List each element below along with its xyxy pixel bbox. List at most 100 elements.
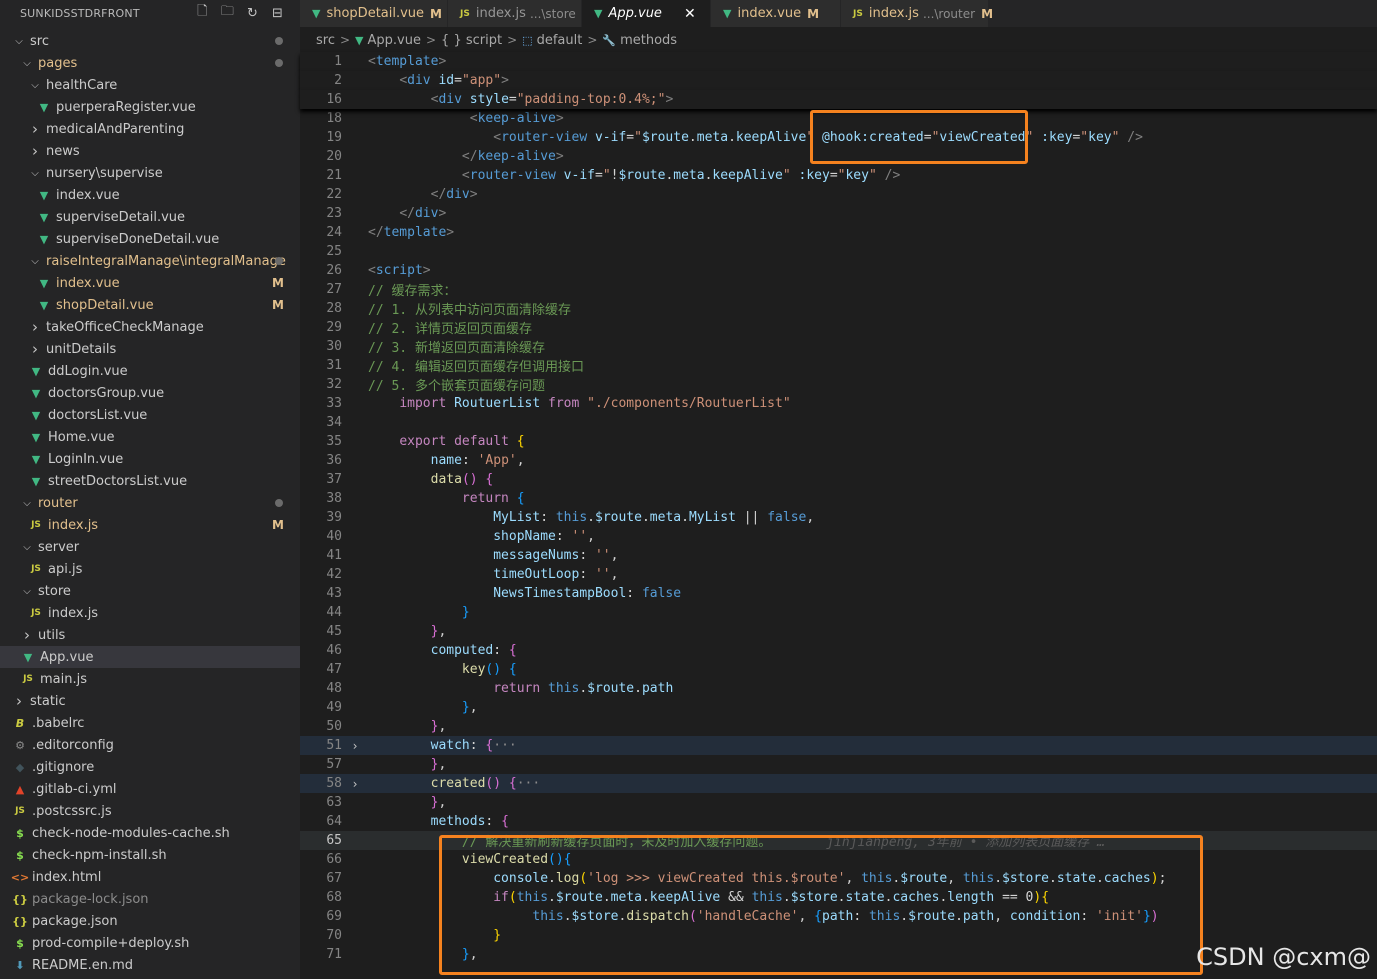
tree-file[interactable]: B .babelrc [0,712,300,734]
code-line[interactable]: 43 NewsTimestampBool: false [300,584,1377,603]
code-line[interactable]: 16 <div style="padding-top:0.4%;"> [300,90,1377,109]
code-line[interactable]: 32 // 5. 多个嵌套页面缓存问题 [300,375,1377,394]
collapse-all-icon[interactable]: ⊟ [269,5,286,22]
code-line[interactable]: 38 return { [300,489,1377,508]
code-line[interactable]: 34 [300,413,1377,432]
breadcrumb-item[interactable]: App.vue [368,33,421,48]
breadcrumb-item[interactable]: default [537,33,583,48]
code-line[interactable]: 58 › created() {··· [300,774,1377,793]
code-line[interactable]: 40 shopName: '', [300,527,1377,546]
tree-folder[interactable]: › utils [0,624,300,646]
new-file-icon[interactable]: 🗋 [194,4,211,22]
chevron-down-icon[interactable]: ⌵ [28,256,42,267]
editor-tab[interactable]: ▼ shopDetail.vue M [300,0,448,27]
chevron-down-icon[interactable]: ⌵ [12,36,26,47]
editor-tab[interactable]: JS index.js ...\router M [841,0,993,27]
code-line[interactable]: 30 // 3. 新增返回页面清除缓存 [300,337,1377,356]
fold-chevron-right-icon[interactable]: › [342,739,368,753]
tree-file[interactable]: ▼ App.vue [0,646,300,668]
editor-tab[interactable]: JS index.js ...\store [448,0,582,27]
close-icon[interactable]: ✕ [684,6,696,22]
tree-file[interactable]: JS .postcssrc.js [0,800,300,822]
code-line[interactable]: 21 <router-view v-if="!$route.meta.keepA… [300,166,1377,185]
tree-file[interactable]: ▼ streetDoctorsList.vue [0,470,300,492]
editor-tab[interactable]: ▼ index.vue M [711,0,841,27]
code-line[interactable]: 24 </template> [300,223,1377,242]
tree-file[interactable]: ▲ .gitlab-ci.yml [0,778,300,800]
tree-file[interactable]: {} package-lock.json [0,888,300,910]
code-line[interactable]: 35 export default { [300,432,1377,451]
code-line[interactable]: 47 key() { [300,660,1377,679]
code-line[interactable]: 41 messageNums: '', [300,546,1377,565]
tree-file[interactable]: ▼ superviseDetail.vue [0,206,300,228]
code-line[interactable]: 50 }, [300,717,1377,736]
tree-file[interactable]: ▼ index.vue [0,184,300,206]
code-line[interactable]: 1 <template> [300,52,1377,71]
code-line[interactable]: 57 }, [300,755,1377,774]
tree-folder[interactable]: ⌵ store [0,580,300,602]
tree-file[interactable]: {} package.json [0,910,300,932]
code-line[interactable]: 44 } [300,603,1377,622]
code-line[interactable]: 36 name: 'App', [300,451,1377,470]
tree-file[interactable]: ▼ superviseDoneDetail.vue [0,228,300,250]
tree-folder[interactable]: ⌵ healthCare [0,74,300,96]
chevron-down-icon[interactable]: ⌵ [28,168,42,179]
breadcrumb-item[interactable]: methods [620,33,677,48]
tree-folder[interactable]: ⌵ router [0,492,300,514]
code-line[interactable]: 49 }, [300,698,1377,717]
tree-file[interactable]: ▼ doctorsList.vue [0,404,300,426]
chevron-right-icon[interactable]: › [28,340,42,358]
tree-file[interactable]: JS index.js [0,602,300,624]
tree-folder[interactable]: › static [0,690,300,712]
tree-file[interactable]: ◆ .gitignore [0,756,300,778]
tree-file[interactable]: ⚙ .editorconfig [0,734,300,756]
tree-folder[interactable]: › unitDetails [0,338,300,360]
chevron-down-icon[interactable]: ⌵ [20,498,34,509]
fold-chevron-right-icon[interactable]: › [342,777,368,791]
code-line[interactable]: 25 [300,242,1377,261]
code-line[interactable]: 63 }, [300,793,1377,812]
tree-folder[interactable]: ⌵ raiseIntegralManage\integralManage [0,250,300,272]
code-line[interactable]: 28 // 1. 从列表中访问页面清除缓存 [300,299,1377,318]
tree-file[interactable]: ⬇ README.en.md [0,954,300,976]
tree-folder[interactable]: › news [0,140,300,162]
breadcrumb-item[interactable]: src [316,33,335,48]
code-line[interactable]: 2 <div id="app"> [300,71,1377,90]
chevron-right-icon[interactable]: › [12,692,26,710]
chevron-right-icon[interactable]: › [28,318,42,336]
new-folder-icon[interactable]: 🗀 [219,4,236,22]
chevron-down-icon[interactable]: ⌵ [28,80,42,91]
code-line[interactable]: 33 import RoutuerList from "./components… [300,394,1377,413]
tree-file[interactable]: $ prod-compile+deploy.sh [0,932,300,954]
code-line[interactable]: 39 MyList: this.$route.meta.MyList || fa… [300,508,1377,527]
tree-file[interactable]: ▼ Home.vue [0,426,300,448]
code-line[interactable]: 42 timeOutLoop: '', [300,565,1377,584]
code-line[interactable]: 29 // 2. 详情页返回页面缓存 [300,318,1377,337]
code-line[interactable]: 46 computed: { [300,641,1377,660]
tree-file[interactable]: $ check-node-modules-cache.sh [0,822,300,844]
code-line[interactable]: 22 </div> [300,185,1377,204]
chevron-down-icon[interactable]: ⌵ [20,58,34,69]
tree-file[interactable]: JS main.js [0,668,300,690]
chevron-right-icon[interactable]: › [28,120,42,138]
code-line[interactable]: 48 return this.$route.path [300,679,1377,698]
code-line[interactable]: 37 data() { [300,470,1377,489]
tree-folder[interactable]: › medicalAndParenting [0,118,300,140]
tree-file[interactable]: JS index.js M [0,514,300,536]
tree-file[interactable]: JS api.js [0,558,300,580]
tree-folder[interactable]: ⌵ nursery\supervise [0,162,300,184]
tree-file[interactable]: ▼ ddLogin.vue [0,360,300,382]
chevron-down-icon[interactable]: ⌵ [20,542,34,553]
code-line[interactable]: 31 // 4. 编辑返回页面缓存但调用接口 [300,356,1377,375]
editor-tab[interactable]: ▼ App.vue ✕ [582,0,711,27]
tree-folder[interactable]: ⌵ src [0,30,300,52]
code-line[interactable]: 23 </div> [300,204,1377,223]
tree-folder[interactable]: ⌵ server [0,536,300,558]
code-line[interactable]: 51 › watch: {··· [300,736,1377,755]
code-line[interactable]: 26 <script> [300,261,1377,280]
tree-file[interactable]: ▼ shopDetail.vue M [0,294,300,316]
tree-file[interactable]: <> index.html [0,866,300,888]
tree-folder[interactable]: › takeOfficeCheckManage [0,316,300,338]
tree-folder[interactable]: ⌵ pages [0,52,300,74]
chevron-down-icon[interactable]: ⌵ [20,586,34,597]
